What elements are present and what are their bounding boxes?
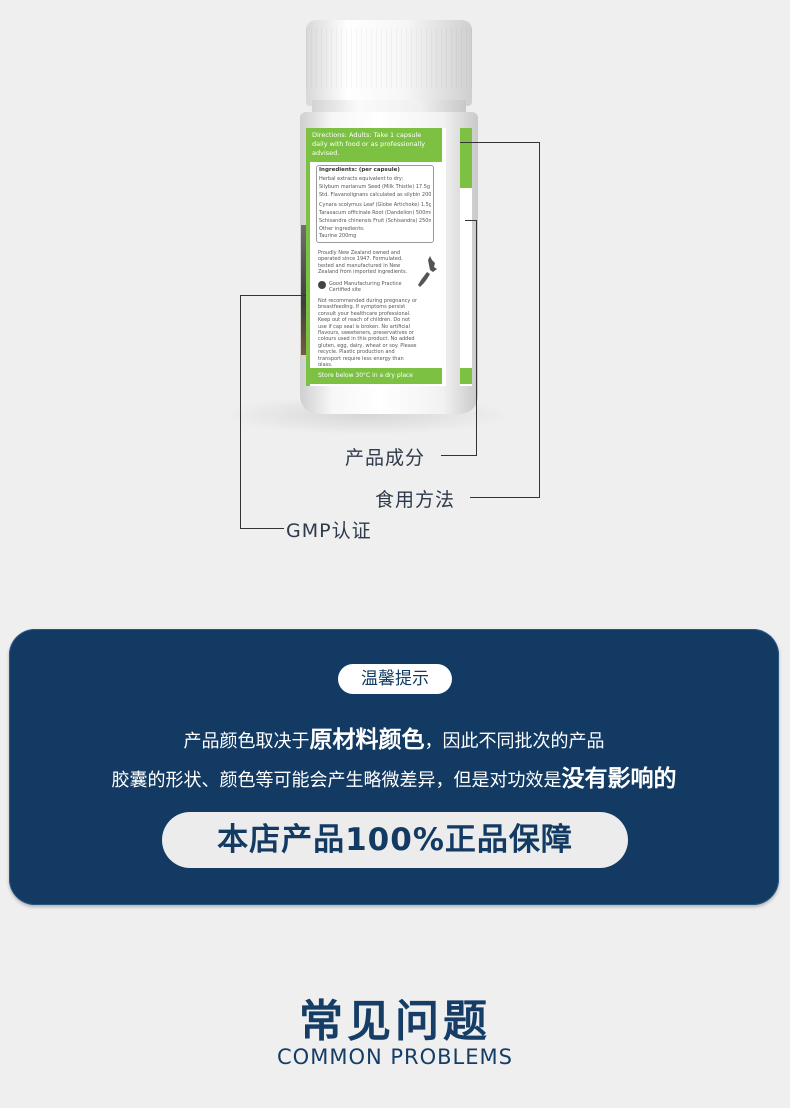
ingredient-line: Herbal extracts equivalent to dry:: [319, 176, 404, 182]
callout-line-directions: [460, 142, 540, 143]
ingredient-line: Taraxacum officinale Root (Dandelion) 50…: [319, 210, 431, 216]
label-origin: Proudly New Zealand owned and operated s…: [318, 250, 408, 276]
guarantee-badge: 本店产品100%正品保障: [162, 812, 628, 868]
notice-highlight-material: 原材料颜色: [309, 727, 425, 753]
notice-highlight-no-effect: 没有影响的: [561, 766, 677, 792]
callout-directions: 食用方法: [375, 489, 456, 511]
notice-badge: 温馨提示: [338, 664, 452, 694]
section-title: 常见问题: [299, 996, 491, 1047]
notice-line-1: 产品颜色取决于原材料颜色，因此不同批次的产品: [183, 727, 605, 753]
callout-gmp: GMP认证: [286, 520, 372, 542]
label-directions: Directions: Adults: Take 1 capsule daily…: [312, 131, 426, 157]
label-warning: Not recommended during pregnancy or brea…: [318, 298, 418, 366]
ingredient-line: Cynara scolymus Leaf (Globe Artichoke) 1…: [319, 202, 431, 208]
new-zealand-map-icon: [418, 256, 437, 287]
ingredient-line: Taurine 200mg: [319, 233, 357, 239]
gmp-icon: [318, 281, 326, 289]
product-image: Directions: Adults: Take 1 capsule daily…: [0, 0, 790, 560]
ingredient-line: Schisandra chinensis Fruit (Schisandra) …: [319, 218, 431, 224]
ingredient-line: Silybum marianum Seed (Milk Thistle) 17.…: [319, 184, 431, 190]
section-subtitle: COMMON PROBLEMS: [277, 1045, 513, 1069]
callout-line-gmp: [240, 295, 306, 296]
ingredient-line: Other ingredients:: [319, 226, 365, 232]
label-storage: Store below 30°C in a dry place: [318, 372, 413, 379]
ingredient-line: Std. Flavanolignans calculated as silybi…: [319, 192, 431, 198]
bottle-cap: [306, 20, 472, 106]
callout-ingredients: 产品成分: [345, 447, 426, 469]
label-gmp: Good Manufacturing Practice Certified si…: [329, 281, 402, 294]
ingredients-title: Ingredients: (per capsule): [319, 167, 400, 173]
notice-line-2: 胶囊的形状、颜色等可能会产生略微差异，但是对功效是没有影响的: [111, 766, 677, 792]
